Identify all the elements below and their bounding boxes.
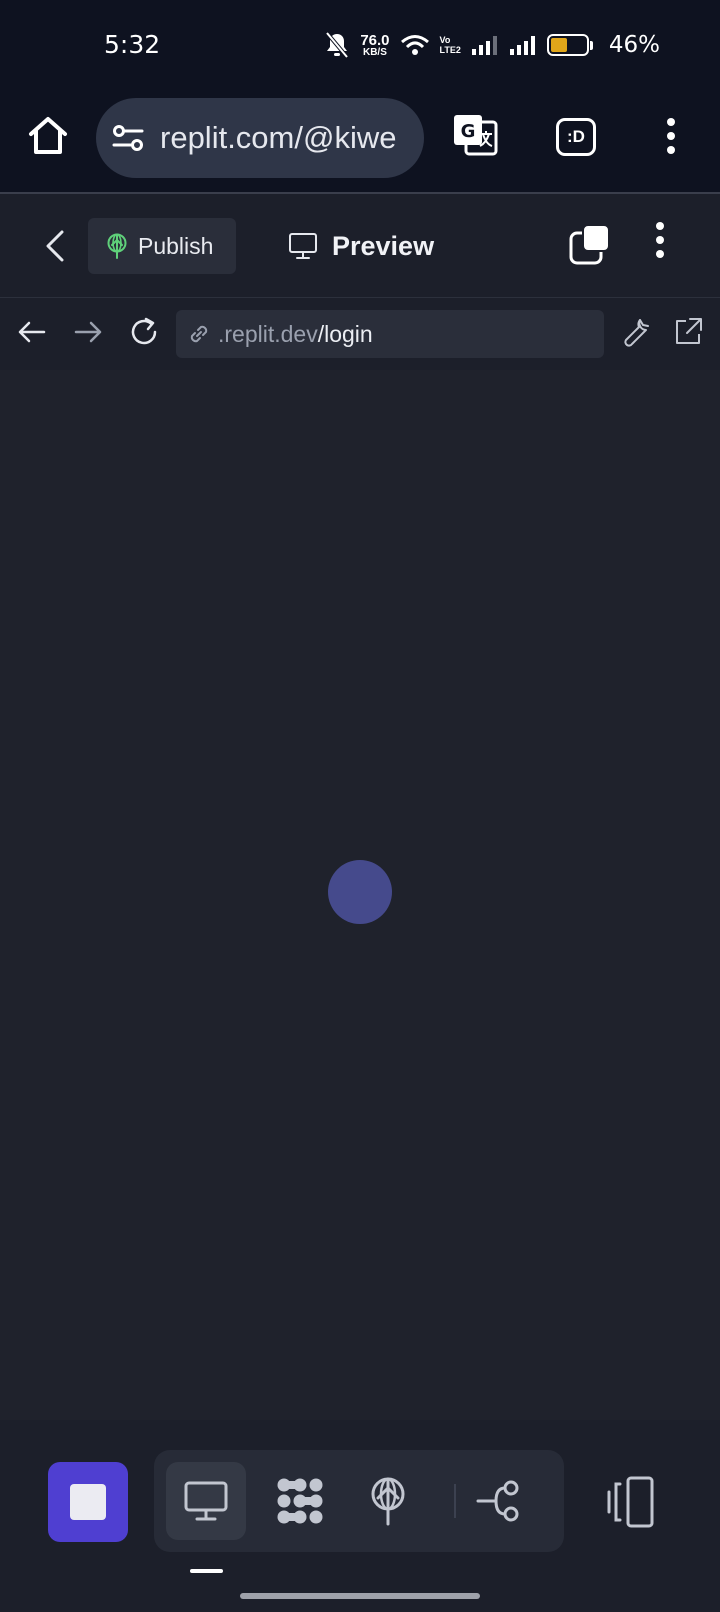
- external-link-icon[interactable]: [670, 314, 706, 350]
- stop-button[interactable]: [48, 1462, 128, 1542]
- address-host: .replit.dev: [218, 320, 318, 347]
- publish-label: Publish: [138, 232, 214, 259]
- stop-icon: [70, 1484, 106, 1520]
- publish-icon: [371, 1477, 405, 1526]
- tool-git[interactable]: [460, 1462, 540, 1540]
- arrow-right-icon[interactable]: [70, 314, 106, 350]
- reload-icon[interactable]: [126, 314, 162, 350]
- link-icon: [190, 325, 208, 343]
- tool-preview[interactable]: [166, 1462, 246, 1540]
- active-tab-indicator: [190, 1569, 223, 1573]
- bottom-toolbar: [0, 1420, 720, 1612]
- wifi-icon: [400, 35, 429, 55]
- more-vert-icon[interactable]: [666, 118, 676, 154]
- publish-button[interactable]: Publish: [88, 218, 236, 274]
- svg-text:G: G: [461, 121, 476, 142]
- chevron-left-icon[interactable]: [40, 226, 70, 266]
- tool-agent[interactable]: [260, 1462, 340, 1540]
- signal-icon: [471, 36, 497, 55]
- webview-content: [0, 370, 720, 1420]
- tool-group: [154, 1450, 564, 1552]
- url-bar[interactable]: replit.com/@kiwe: [96, 98, 424, 178]
- webview-address-bar[interactable]: .replit.dev/login: [176, 310, 604, 358]
- arrow-left-icon[interactable]: [14, 314, 50, 350]
- publish-icon: [107, 233, 127, 259]
- home-icon[interactable]: [26, 114, 70, 158]
- signal-icon: [509, 36, 535, 55]
- loading-indicator: [328, 860, 392, 924]
- tool-publish[interactable]: [348, 1462, 428, 1540]
- battery-fill: [550, 38, 567, 52]
- net-speed: 76.0 KB/S: [360, 31, 390, 58]
- extension-button[interactable]: :D: [556, 118, 596, 156]
- preview-label: Preview: [332, 230, 435, 261]
- git-branch-icon: [476, 1480, 519, 1522]
- volte-badge: Vo LTE2: [439, 35, 461, 55]
- status-time: 5:32: [104, 30, 161, 59]
- status-bar: 5:32 76.0 KB/S Vo LTE2 46%: [0, 0, 720, 92]
- tab-preview[interactable]: Preview: [288, 222, 434, 270]
- replit-header: Publish Preview: [0, 194, 720, 298]
- tune-icon[interactable]: [112, 123, 144, 153]
- address-path: /login: [317, 320, 373, 347]
- tabs-icon[interactable]: [568, 224, 610, 266]
- monitor-icon: [289, 233, 317, 259]
- battery-percent: 46%: [608, 32, 660, 58]
- panel-toggle-icon[interactable]: [606, 1472, 656, 1532]
- wrench-icon[interactable]: [618, 314, 654, 350]
- toolbar-divider: [454, 1484, 456, 1518]
- more-vert-icon[interactable]: [655, 222, 665, 258]
- url-text: replit.com/@kiwe: [160, 120, 397, 155]
- battery-icon: [546, 34, 593, 56]
- bell-muted-icon: [325, 31, 349, 59]
- status-icons: 76.0 KB/S Vo LTE2 46%: [324, 28, 660, 62]
- gesture-bar[interactable]: [240, 1593, 480, 1599]
- browser-toolbar: replit.com/@kiwe G :D: [0, 92, 720, 194]
- monitor-icon: [184, 1481, 228, 1521]
- webview-nav-bar: .replit.dev/login: [0, 298, 720, 370]
- translate-icon[interactable]: G: [452, 112, 500, 160]
- agent-icon: [277, 1478, 323, 1524]
